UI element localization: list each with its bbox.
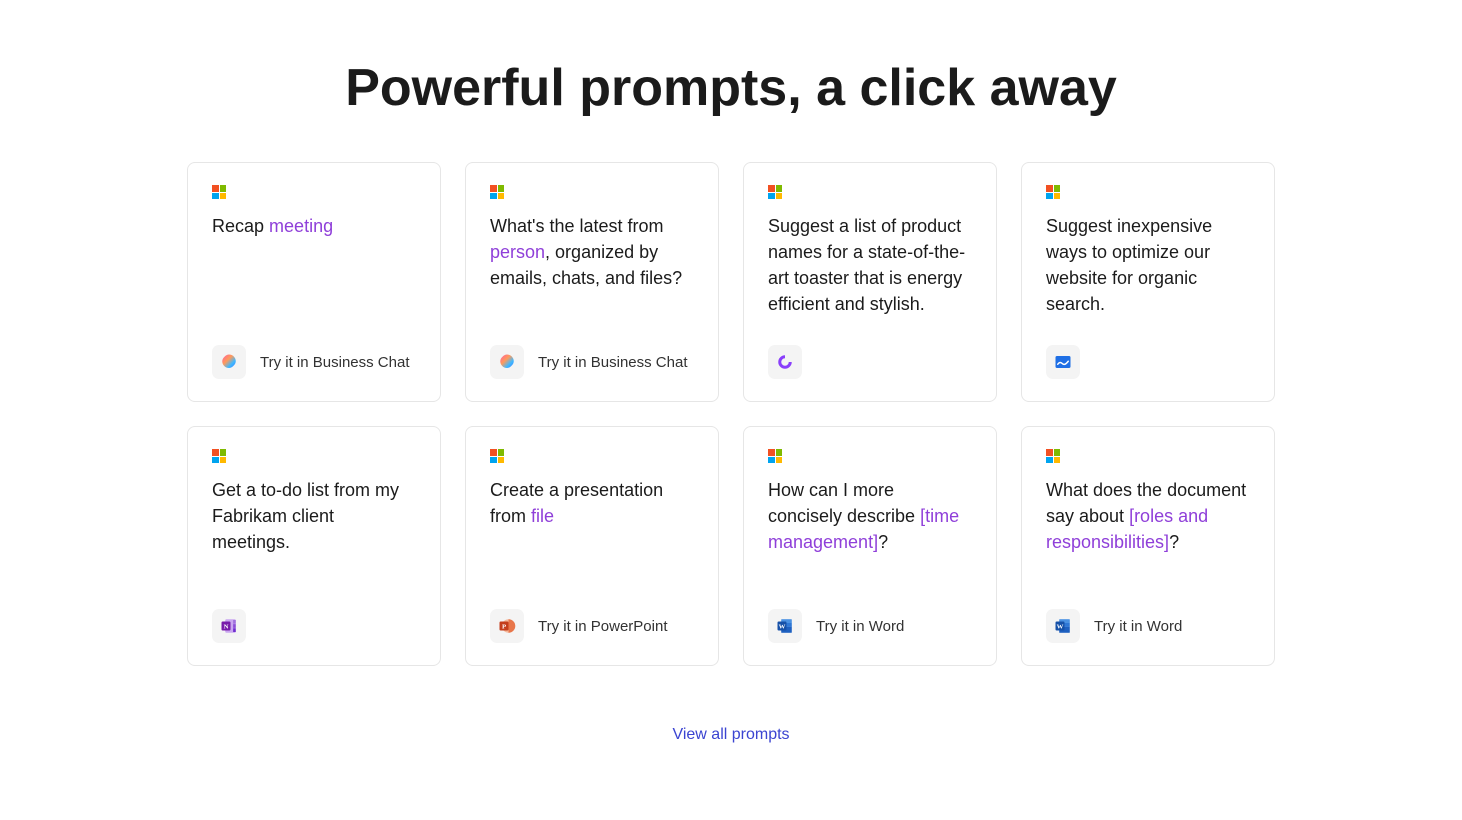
prompt-text: Get a to-do list from my Fabrikam client… bbox=[212, 477, 416, 555]
prompt-card[interactable]: Get a to-do list from my Fabrikam client… bbox=[187, 426, 441, 666]
prompt-text: Create a presentation from file bbox=[490, 477, 694, 529]
prompt-card[interactable]: What's the latest from person, organized… bbox=[465, 162, 719, 402]
prompt-text: Suggest inexpensive ways to optimize our… bbox=[1046, 213, 1250, 317]
prompt-text: Recap meeting bbox=[212, 213, 416, 239]
microsoft-logo-icon bbox=[1046, 185, 1060, 199]
microsoft-logo-icon bbox=[490, 185, 504, 199]
powerpoint-app-icon: P bbox=[490, 609, 524, 643]
loop-app-icon bbox=[768, 345, 802, 379]
microsoft-logo-icon bbox=[212, 449, 226, 463]
onenote-app-icon: N bbox=[212, 609, 246, 643]
prompt-text: How can I more concisely describe [time … bbox=[768, 477, 972, 555]
word-app-icon: W bbox=[768, 609, 802, 643]
prompt-card[interactable]: What does the document say about [roles … bbox=[1021, 426, 1275, 666]
microsoft-logo-icon bbox=[212, 185, 226, 199]
word-app-icon: W bbox=[1046, 609, 1080, 643]
microsoft-logo-icon bbox=[1046, 449, 1060, 463]
page-title: Powerful prompts, a click away bbox=[345, 58, 1117, 118]
try-it-label: Try it in Word bbox=[816, 618, 904, 635]
copilot-app-icon bbox=[490, 345, 524, 379]
prompt-text: Suggest a list of product names for a st… bbox=[768, 213, 972, 317]
prompt-card[interactable]: How can I more concisely describe [time … bbox=[743, 426, 997, 666]
prompt-text: What does the document say about [roles … bbox=[1046, 477, 1250, 555]
try-it-label: Try it in PowerPoint bbox=[538, 618, 668, 635]
microsoft-logo-icon bbox=[768, 185, 782, 199]
try-it-label: Try it in Word bbox=[1094, 618, 1182, 635]
whiteboard-app-icon bbox=[1046, 345, 1080, 379]
prompt-card[interactable]: Create a presentation from file P Try it i… bbox=[465, 426, 719, 666]
prompt-card[interactable]: Suggest a list of product names for a st… bbox=[743, 162, 997, 402]
microsoft-logo-icon bbox=[768, 449, 782, 463]
microsoft-logo-icon bbox=[490, 449, 504, 463]
svg-text:W: W bbox=[1057, 624, 1064, 631]
try-it-label: Try it in Business Chat bbox=[538, 354, 688, 371]
svg-text:W: W bbox=[779, 624, 786, 631]
svg-text:P: P bbox=[502, 624, 506, 631]
svg-text:N: N bbox=[224, 624, 229, 631]
prompt-text: What's the latest from person, organized… bbox=[490, 213, 694, 291]
prompt-card[interactable]: Suggest inexpensive ways to optimize our… bbox=[1021, 162, 1275, 402]
try-it-label: Try it in Business Chat bbox=[260, 354, 410, 371]
view-all-prompts-link[interactable]: View all prompts bbox=[672, 726, 789, 744]
prompt-card[interactable]: Recap meeting Try it in Business Chat bbox=[187, 162, 441, 402]
copilot-app-icon bbox=[212, 345, 246, 379]
